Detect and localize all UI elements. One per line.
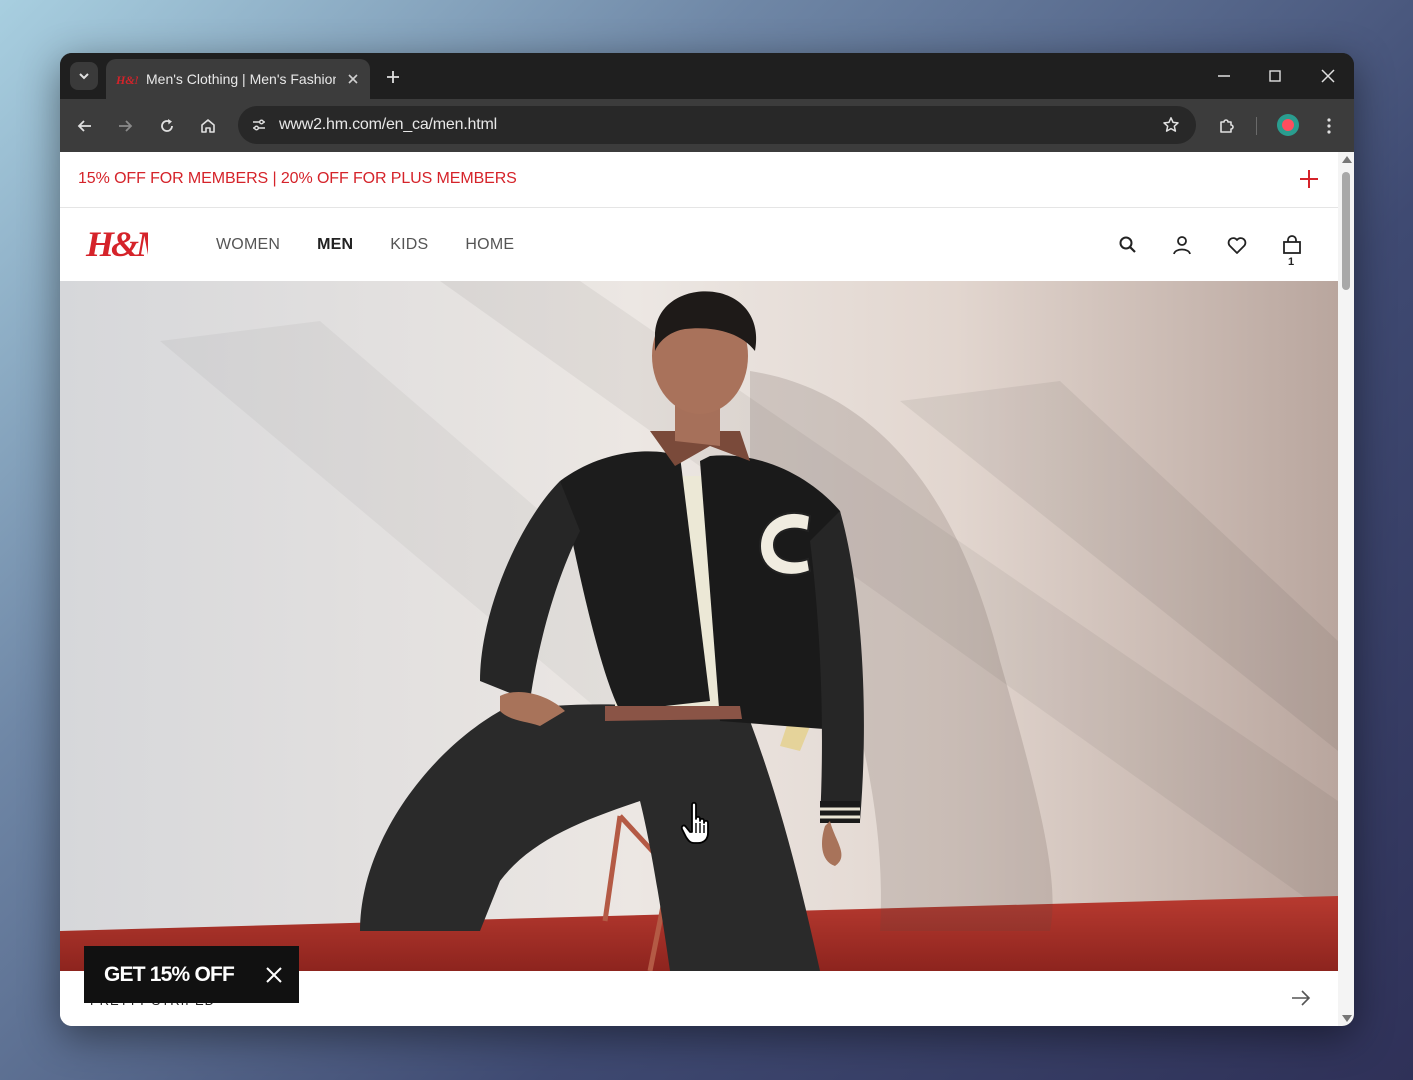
minimize-icon: [1218, 75, 1230, 77]
main-nav: WOMEN MEN KIDS HOME: [216, 236, 514, 254]
scrollbar-thumb[interactable]: [1342, 172, 1350, 290]
url-text[interactable]: www2.hm.com/en_ca/men.html: [279, 116, 497, 134]
more-vertical-icon: [1327, 118, 1331, 134]
chevron-down-icon: [79, 73, 89, 80]
browser-window: H&M Men's Clothing | Men's Fashion: [60, 53, 1354, 1026]
favorites-heart-icon[interactable]: [1224, 232, 1250, 258]
minimize-button[interactable]: [1209, 64, 1239, 88]
nav-item-men[interactable]: MEN: [317, 236, 353, 254]
page-viewport: 15% OFF FOR MEMBERS | 20% OFF FOR PLUS M…: [60, 152, 1338, 1026]
expand-plus-icon[interactable]: [1296, 166, 1322, 192]
profile-avatar[interactable]: [1277, 114, 1299, 136]
close-icon[interactable]: [263, 964, 285, 986]
arrow-right-icon: [119, 120, 133, 132]
bookmark-star-icon[interactable]: [1160, 114, 1182, 136]
hand-pointer-cursor-icon: [680, 801, 709, 844]
forward-button[interactable]: [110, 111, 140, 141]
close-tab-icon[interactable]: [344, 70, 362, 88]
svg-text:H&M: H&M: [85, 224, 148, 264]
coupon-label[interactable]: GET 15% OFF: [104, 963, 235, 987]
reload-icon: [161, 119, 173, 132]
promo-banner[interactable]: 15% OFF FOR MEMBERS | 20% OFF FOR PLUS M…: [60, 152, 1338, 208]
home-icon: [201, 119, 215, 133]
browser-menu-button[interactable]: [1314, 111, 1344, 141]
address-bar[interactable]: www2.hm.com/en_ca/men.html: [238, 106, 1196, 144]
search-icon[interactable]: [1115, 232, 1141, 258]
cart-count: 1: [1288, 256, 1295, 268]
close-icon: [1321, 69, 1335, 83]
home-button[interactable]: [193, 111, 223, 141]
coupon-popup[interactable]: GET 15% OFF: [84, 946, 299, 1003]
scroll-down-arrow-icon[interactable]: [1342, 1015, 1352, 1022]
account-icon[interactable]: [1169, 232, 1195, 258]
browser-toolbar: www2.hm.com/en_ca/men.html: [60, 99, 1354, 152]
site-info-button[interactable]: [246, 112, 272, 138]
maximize-icon: [1269, 70, 1281, 82]
plus-icon: [387, 71, 399, 83]
profile-dot-icon: [1282, 119, 1294, 131]
hero-image[interactable]: [60, 281, 1338, 971]
tab-title: Men's Clothing | Men's Fashion: [146, 71, 336, 87]
arrow-right-icon[interactable]: [1288, 985, 1314, 1011]
promo-text[interactable]: 15% OFF FOR MEMBERS | 20% OFF FOR PLUS M…: [78, 170, 517, 188]
nav-item-women[interactable]: WOMEN: [216, 236, 280, 254]
tab-search-button[interactable]: [70, 62, 98, 90]
hero-photo: [60, 281, 1338, 971]
extensions-button[interactable]: [1212, 111, 1242, 141]
shopping-bag-icon[interactable]: [1279, 232, 1305, 258]
svg-text:H&M: H&M: [116, 73, 138, 85]
puzzle-piece-icon: [1220, 119, 1234, 133]
reload-button[interactable]: [152, 111, 182, 141]
tab-bar: H&M Men's Clothing | Men's Fashion: [60, 53, 1354, 99]
page-scrollbar[interactable]: [1338, 152, 1354, 1026]
scroll-up-arrow-icon[interactable]: [1342, 156, 1352, 163]
tune-icon: [253, 119, 265, 131]
hm-logo[interactable]: H&M: [84, 220, 173, 266]
hm-favicon-icon: H&M: [116, 72, 138, 86]
site-header: H&M WOMEN MEN KIDS HOME 1: [60, 208, 1338, 281]
back-button[interactable]: [70, 111, 100, 141]
new-tab-button[interactable]: [382, 66, 404, 88]
close-window-button[interactable]: [1313, 64, 1343, 88]
nav-item-kids[interactable]: KIDS: [390, 236, 428, 254]
maximize-button[interactable]: [1260, 64, 1290, 88]
toolbar-divider: [1256, 117, 1257, 135]
arrow-left-icon: [77, 120, 91, 132]
browser-tab-active[interactable]: H&M Men's Clothing | Men's Fashion: [106, 59, 370, 99]
nav-item-home[interactable]: HOME: [465, 236, 514, 254]
